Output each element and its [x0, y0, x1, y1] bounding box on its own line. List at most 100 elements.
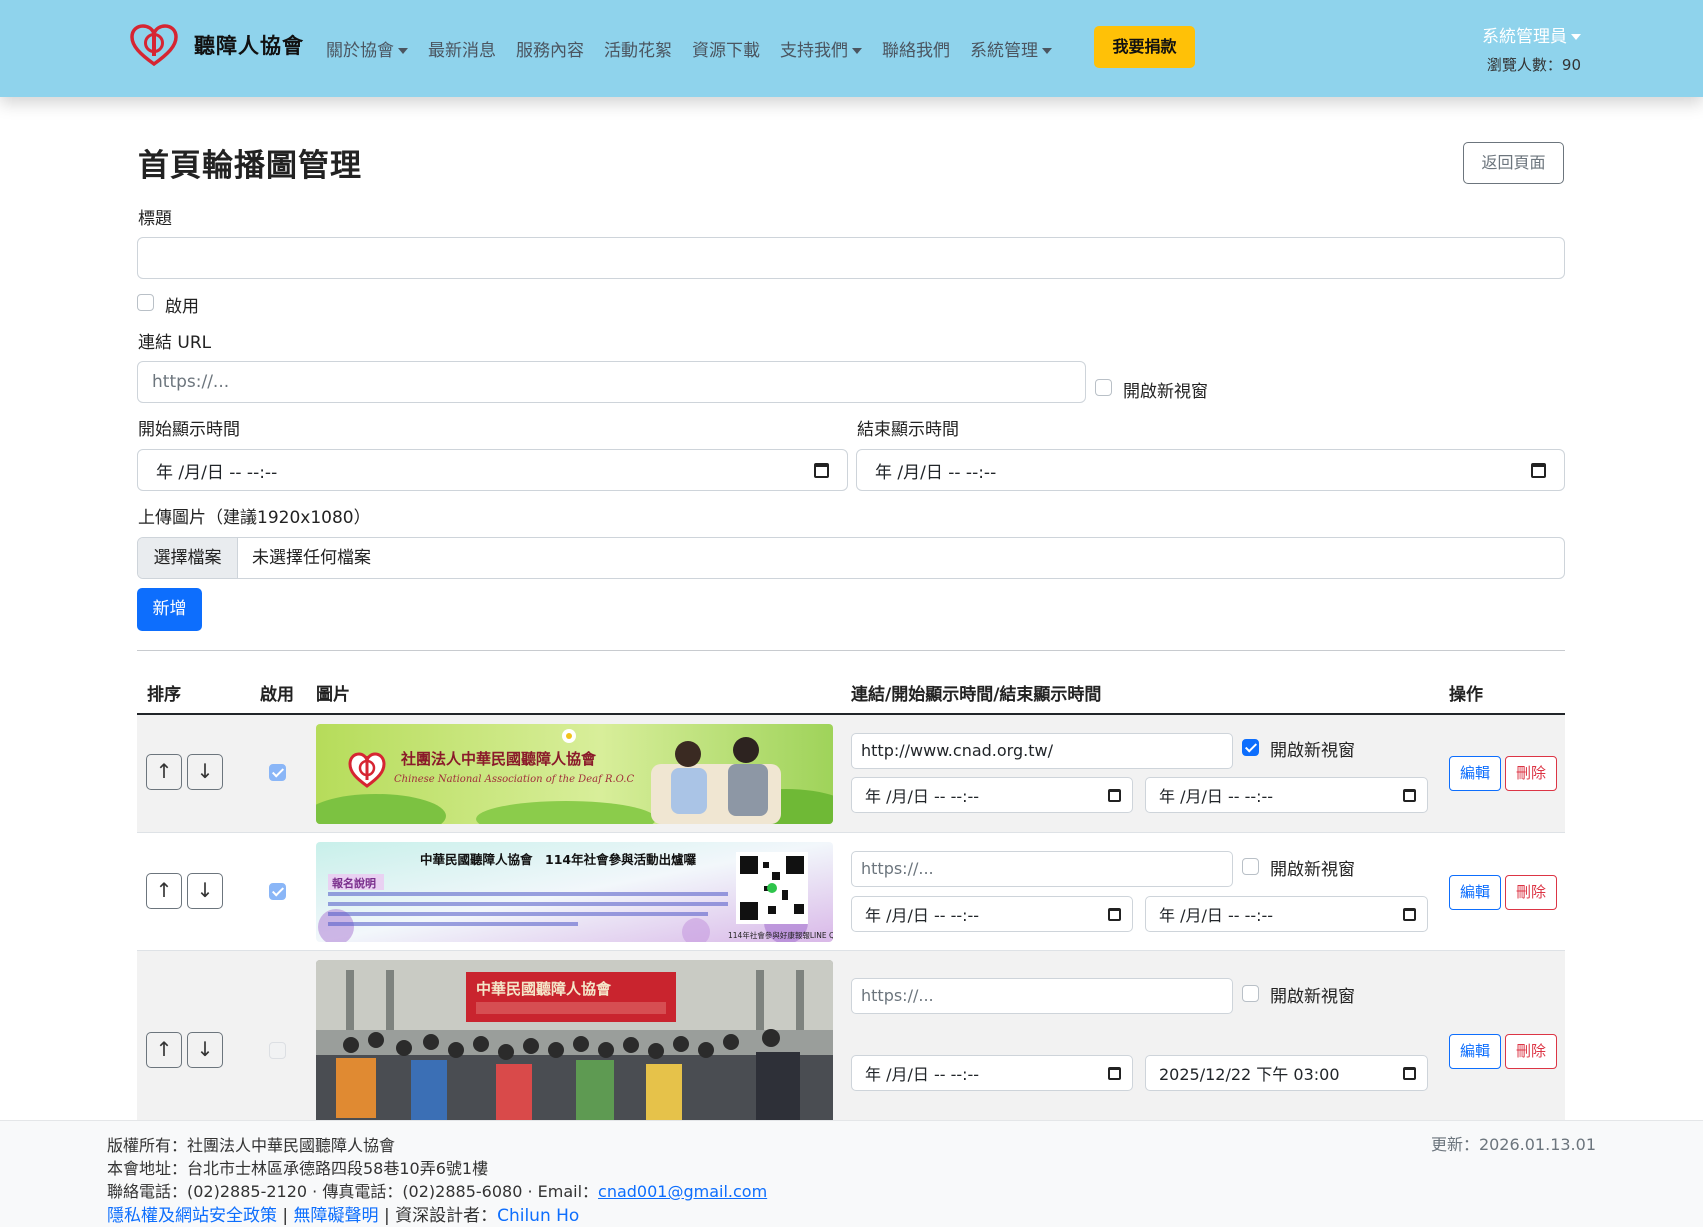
divider — [137, 650, 1565, 651]
end-time-value: 年 /月/日 -- --:-- — [875, 462, 997, 483]
row-new-window-checkbox[interactable] — [1242, 985, 1259, 1002]
row-end-time-input[interactable]: 2025/12/22 下午 03:00 — [1145, 1055, 1428, 1091]
slide-thumbnail: 社團法人中華民國聽障人協會 Chinese National Associati… — [316, 724, 833, 824]
end-time-input[interactable]: 年 /月/日 -- --:-- — [856, 449, 1565, 491]
nav-contact[interactable]: 聯絡我們 — [882, 36, 950, 61]
calendar-icon[interactable] — [1403, 907, 1416, 921]
row-new-window-checkbox[interactable] — [1242, 858, 1259, 875]
title-input[interactable] — [137, 237, 1565, 279]
delete-button[interactable]: 刪除 — [1505, 875, 1557, 910]
row-start-time-value: 年 /月/日 -- --:-- — [865, 787, 980, 806]
move-up-button[interactable]: ↑ — [146, 873, 182, 909]
footer-email-link[interactable]: cnad001@gmail.com — [598, 1182, 767, 1201]
row-start-time-value: 年 /月/日 -- --:-- — [865, 906, 980, 925]
chevron-down-icon — [852, 48, 862, 54]
upload-label: 上傳圖片（建議1920x1080） — [138, 508, 371, 528]
back-button[interactable]: 返回頁面 — [1463, 142, 1564, 184]
main-nav: 關於協會 最新消息 服務內容 活動花絮 資源下載 支持我們 聯絡我們 系統管理 — [326, 36, 1072, 61]
nav-support[interactable]: 支持我們 — [780, 36, 862, 61]
footer-copyright: 版權所有：社團法人中華民國聽障人協會 — [107, 1136, 396, 1155]
designer-link[interactable]: Chilun Ho — [497, 1206, 579, 1226]
row-end-time-input[interactable]: 年 /月/日 -- --:-- — [1145, 896, 1428, 932]
header-image: 圖片 — [316, 685, 350, 705]
footer-updated: 更新：2026.01.13.01 — [1430, 1135, 1596, 1154]
file-status: 未選擇任何檔案 — [252, 548, 371, 568]
new-window-checkbox[interactable] — [1095, 379, 1112, 396]
delete-button[interactable]: 刪除 — [1505, 756, 1557, 791]
table-row: ↑ ↓ 中華民國聽障人協會 114年社會參與活動出爐囉 報名說明 114年社會參… — [137, 833, 1565, 951]
move-down-button[interactable]: ↓ — [187, 1032, 223, 1068]
row-enabled-checkbox[interactable] — [269, 764, 286, 781]
title-label: 標題 — [138, 209, 172, 229]
new-window-label: 開啟新視窗 — [1123, 382, 1208, 402]
edit-button[interactable]: 編輯 — [1449, 875, 1501, 910]
row-new-window-label: 開啟新視窗 — [1270, 860, 1355, 880]
row-url-input[interactable]: http://www.cnad.org.tw/ — [851, 733, 1233, 769]
slide-image-line2: Chinese National Association of the Deaf… — [394, 774, 634, 785]
calendar-icon[interactable] — [1403, 788, 1416, 802]
calendar-icon[interactable] — [1108, 788, 1121, 802]
nav-news[interactable]: 最新消息 — [428, 36, 496, 61]
header-actions: 操作 — [1449, 685, 1483, 705]
footer-contact: 聯絡電話：(02)2885-2120 · 傳真電話：(02)2885-6080 … — [107, 1178, 767, 1202]
move-up-button[interactable]: ↑ — [146, 754, 182, 790]
user-menu[interactable]: 系統管理員 — [1482, 22, 1581, 47]
footer: 版權所有：社團法人中華民國聽障人協會 本會地址：台北市士林區承德路四段58巷10… — [0, 1120, 1703, 1227]
row-end-time-value: 年 /月/日 -- --:-- — [1159, 906, 1274, 925]
slide-image-line1: 中華民國聽障人協會 114年社會參與活動出爐囉 — [420, 852, 697, 867]
nav-gallery[interactable]: 活動花絮 — [604, 36, 672, 61]
top-navbar: 聽障人協會 關於協會 最新消息 服務內容 活動花絮 資源下載 支持我們 聯絡我們… — [0, 0, 1703, 97]
nav-downloads[interactable]: 資源下載 — [692, 36, 760, 61]
calendar-icon[interactable] — [1108, 907, 1121, 921]
row-enabled-checkbox[interactable] — [269, 1042, 286, 1059]
accessibility-statement-link[interactable]: 無障礙聲明 — [294, 1206, 379, 1226]
nav-admin[interactable]: 系統管理 — [970, 36, 1052, 61]
row-end-time-input[interactable]: 年 /月/日 -- --:-- — [1145, 777, 1428, 813]
footer-contact-text: 聯絡電話：(02)2885-2120 · 傳真電話：(02)2885-6080 … — [107, 1182, 599, 1201]
row-start-time-input[interactable]: 年 /月/日 -- --:-- — [851, 1055, 1133, 1091]
slide-image-line1: 中華民國聽障人協會 — [476, 980, 612, 998]
slide-image: 中華民國聽障人協會 114年社會參與活動出爐囉 報名說明 114年社會參與好康報… — [316, 842, 833, 942]
delete-button[interactable]: 刪除 — [1505, 1034, 1557, 1069]
row-new-window-label: 開啟新視窗 — [1270, 741, 1355, 761]
row-enabled-checkbox[interactable] — [269, 883, 286, 900]
row-new-window-checkbox[interactable] — [1242, 739, 1259, 756]
add-button[interactable]: 新增 — [137, 588, 202, 631]
nav-about[interactable]: 關於協會 — [326, 36, 408, 61]
move-up-button[interactable]: ↑ — [146, 1032, 182, 1068]
donate-button[interactable]: 我要捐款 — [1094, 26, 1195, 68]
enabled-checkbox[interactable] — [137, 294, 154, 311]
slide-image-line1: 社團法人中華民國聽障人協會 — [400, 750, 597, 768]
chevron-down-icon — [1571, 34, 1581, 40]
calendar-icon[interactable] — [1531, 462, 1546, 478]
nav-admin-label: 系統管理 — [970, 41, 1038, 61]
calendar-icon[interactable] — [1108, 1066, 1121, 1080]
row-start-time-input[interactable]: 年 /月/日 -- --:-- — [851, 777, 1133, 813]
move-down-button[interactable]: ↓ — [187, 873, 223, 909]
start-time-label: 開始顯示時間 — [138, 420, 240, 440]
choose-file-button[interactable]: 選擇檔案 — [138, 538, 238, 578]
row-end-time-value: 2025/12/22 下午 03:00 — [1159, 1065, 1340, 1084]
url-input[interactable] — [137, 361, 1086, 403]
row-start-time-value: 年 /月/日 -- --:-- — [865, 1065, 980, 1084]
footer-address: 本會地址：台北市士林區承德路四段58巷10弄6號1樓 — [107, 1159, 489, 1178]
footer-links: 隱私權及網站安全政策 | 無障礙聲明 | 資深設計者：Chilun Ho — [107, 1201, 579, 1226]
row-url-input[interactable]: https://... — [851, 851, 1233, 887]
row-url-input[interactable]: https://... — [851, 978, 1233, 1014]
url-label: 連結 URL — [138, 333, 212, 353]
header-link-times: 連結/開始顯示時間/結束顯示時間 — [851, 685, 1102, 705]
edit-button[interactable]: 編輯 — [1449, 756, 1501, 791]
footer-separator: | — [282, 1206, 294, 1226]
calendar-icon[interactable] — [1403, 1066, 1416, 1080]
edit-button[interactable]: 編輯 — [1449, 1034, 1501, 1069]
start-time-input[interactable]: 年 /月/日 -- --:-- — [137, 449, 848, 491]
calendar-icon[interactable] — [814, 462, 829, 478]
row-start-time-input[interactable]: 年 /月/日 -- --:-- — [851, 896, 1133, 932]
file-input[interactable]: 選擇檔案 未選擇任何檔案 — [137, 537, 1565, 579]
privacy-policy-link[interactable]: 隱私權及網站安全政策 — [107, 1206, 277, 1226]
move-down-button[interactable]: ↓ — [187, 754, 223, 790]
nav-about-label: 關於協會 — [326, 41, 394, 61]
nav-services[interactable]: 服務內容 — [516, 36, 584, 61]
slide-image: 中華民國聽障人協會 — [316, 960, 833, 1121]
brand[interactable]: 聽障人協會 — [130, 24, 304, 66]
